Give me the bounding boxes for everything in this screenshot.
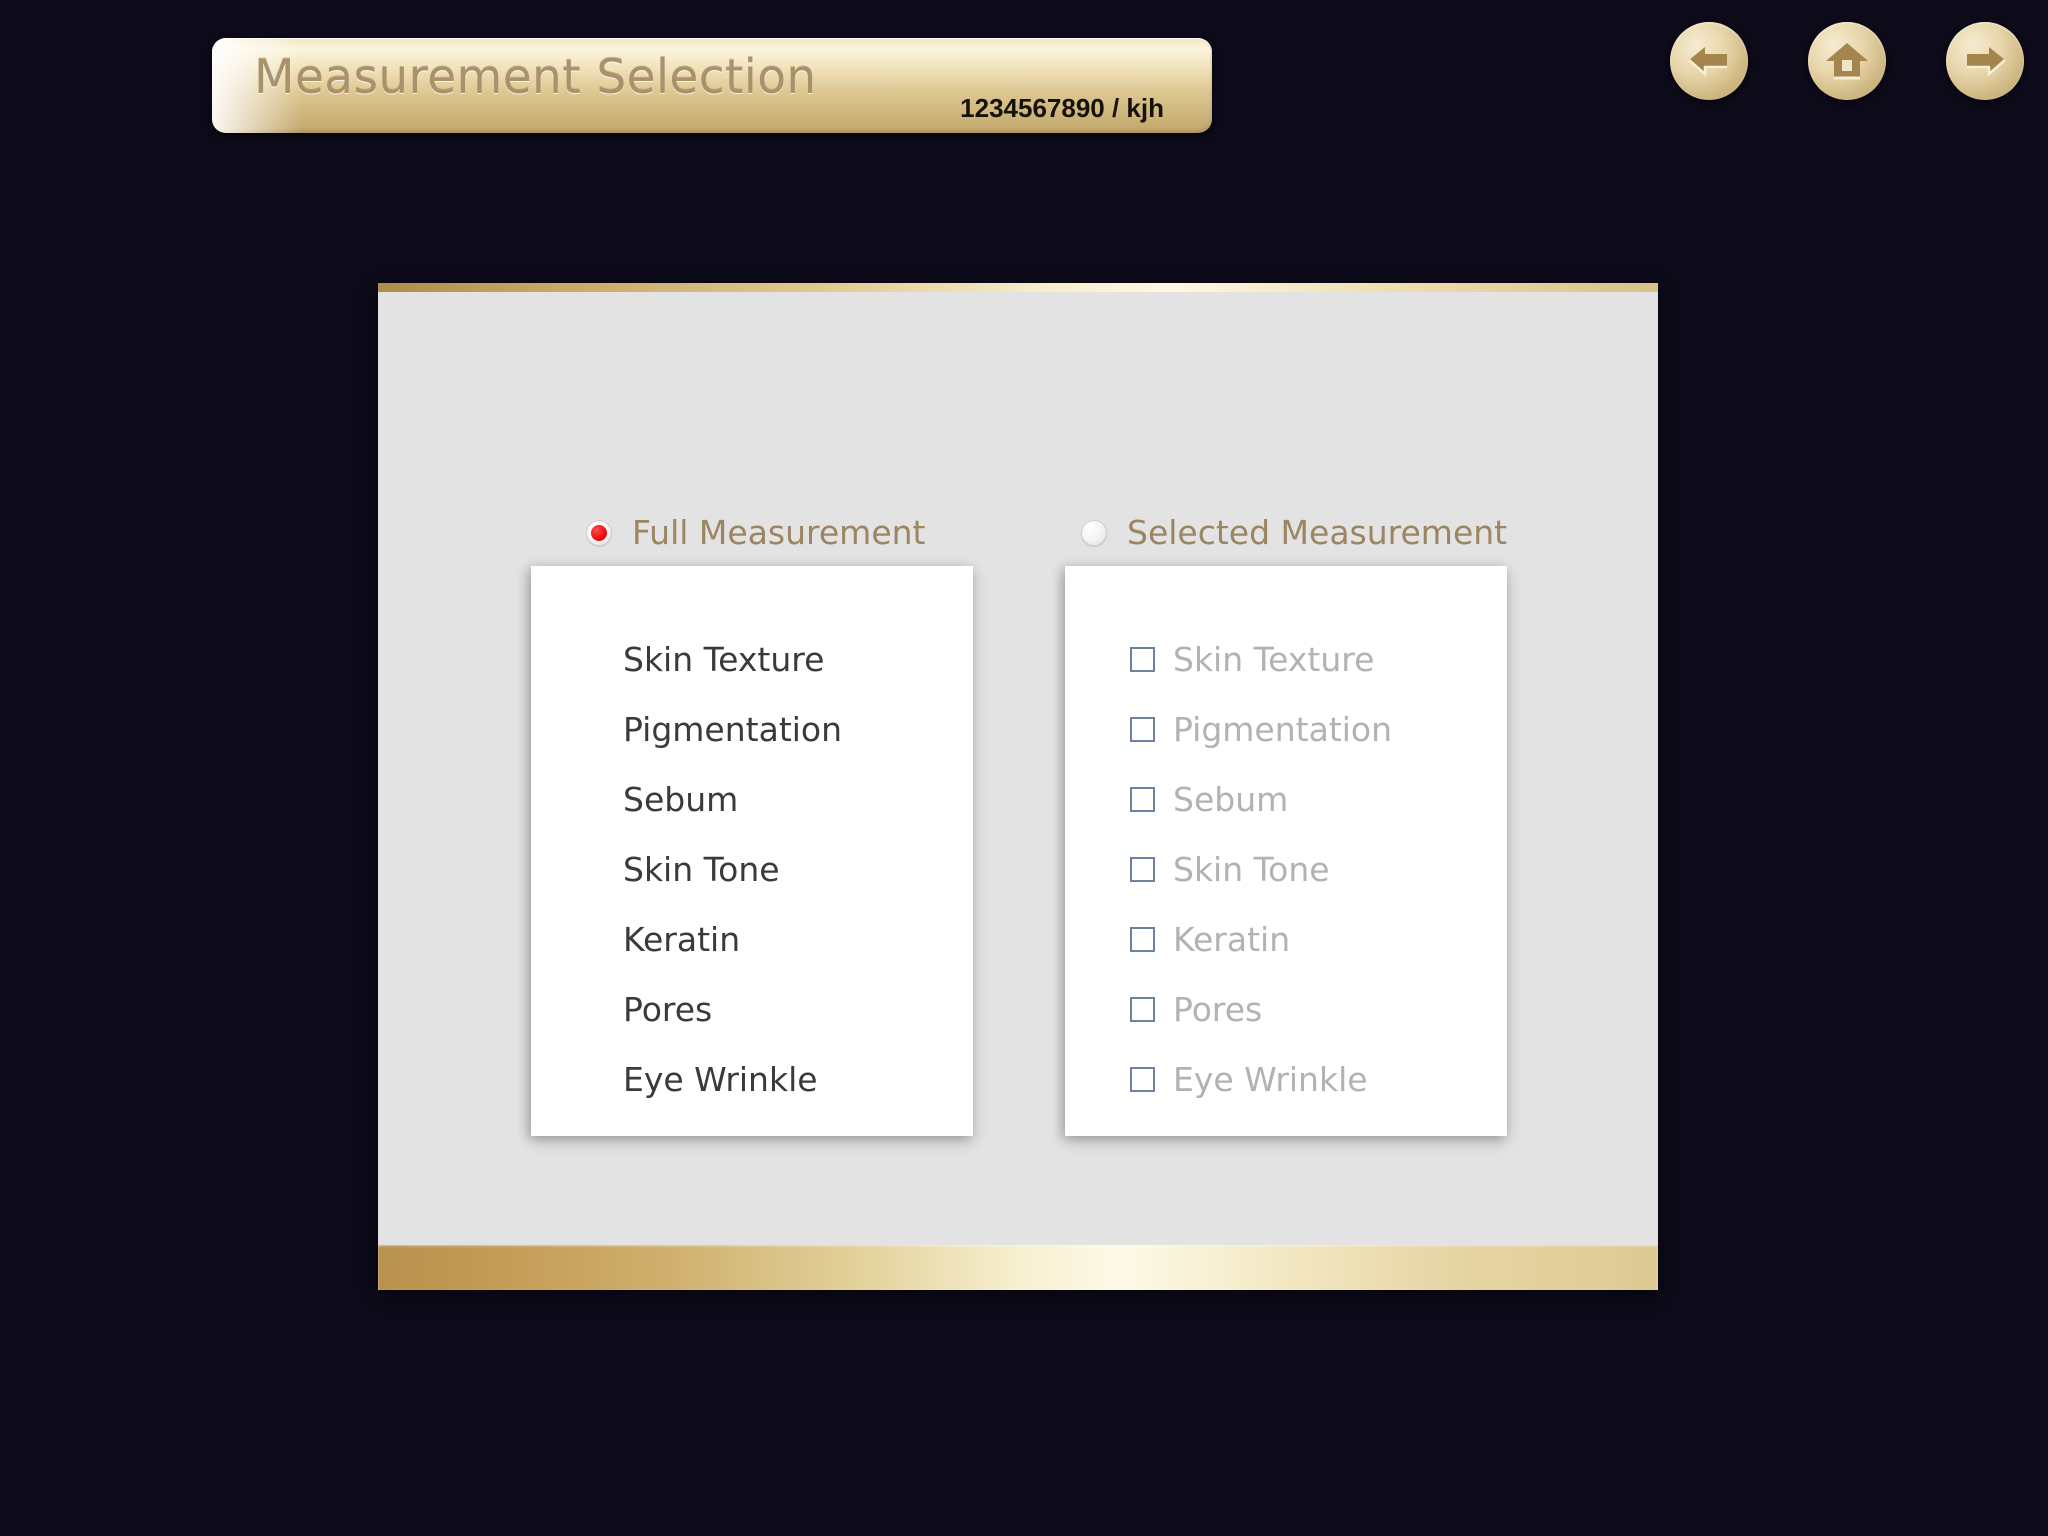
list-item[interactable]: Skin Tone <box>1065 834 1507 904</box>
list-item[interactable]: Pores <box>1065 974 1507 1044</box>
list-item: Skin Texture <box>531 624 973 694</box>
checkbox-skin-texture[interactable] <box>1130 646 1155 672</box>
list-item-label: Eye Wrinkle <box>623 1059 818 1099</box>
list-item-label: Pores <box>623 989 713 1029</box>
checkbox-skin-tone[interactable] <box>1130 856 1155 882</box>
list-item-label: Sebum <box>623 779 739 819</box>
list-item-label: Pigmentation <box>623 709 843 749</box>
list-item-label: Skin Texture <box>1173 639 1375 679</box>
radio-selected-measurement[interactable]: Selected Measurement <box>1081 513 1507 552</box>
arrow-left-icon <box>1687 41 1731 81</box>
radio-full-measurement-label: Full Measurement <box>632 513 926 552</box>
list-item: Eye Wrinkle <box>531 1044 973 1114</box>
back-button[interactable] <box>1670 22 1748 100</box>
list-item[interactable]: Keratin <box>1065 904 1507 974</box>
arrow-right-icon <box>1963 41 2007 81</box>
list-item-label: Eye Wrinkle <box>1173 1059 1368 1099</box>
list-item[interactable]: Pigmentation <box>1065 694 1507 764</box>
forward-button[interactable] <box>1946 22 2024 100</box>
page-title-bar: Measurement Selection 1234567890 / kjh <box>212 38 1212 133</box>
panel-bottom-gold-rule <box>378 1245 1658 1290</box>
list-item-label: Sebum <box>1173 779 1289 819</box>
panel-top-gold-rule <box>378 283 1658 292</box>
checkbox-sebum[interactable] <box>1130 786 1155 812</box>
list-item[interactable]: Sebum <box>1065 764 1507 834</box>
list-item: Sebum <box>531 764 973 834</box>
list-item-label: Keratin <box>1173 919 1291 959</box>
list-item: Keratin <box>531 904 973 974</box>
list-item-label: Skin Tone <box>623 849 780 889</box>
radio-selected-measurement-indicator[interactable] <box>1081 519 1107 546</box>
record-id-label: 1234567890 / kjh <box>960 93 1164 123</box>
list-item: Pigmentation <box>531 694 973 764</box>
list-item: Pores <box>531 974 973 1044</box>
navigation-buttons <box>1670 22 2024 100</box>
full-measurement-card: Skin Texture Pigmentation Sebum Skin Ton… <box>531 566 973 1136</box>
list-item-label: Pores <box>1173 989 1263 1029</box>
list-item: Skin Tone <box>531 834 973 904</box>
list-item-label: Skin Tone <box>1173 849 1330 889</box>
page-title: Measurement Selection <box>254 50 817 105</box>
selected-measurement-card: Skin Texture Pigmentation Sebum Skin Ton… <box>1065 566 1507 1136</box>
list-item-label: Keratin <box>623 919 741 959</box>
checkbox-pigmentation[interactable] <box>1130 716 1155 742</box>
radio-selected-measurement-label: Selected Measurement <box>1127 513 1508 552</box>
selected-measurement-list: Skin Texture Pigmentation Sebum Skin Ton… <box>1065 566 1507 1114</box>
list-item[interactable]: Eye Wrinkle <box>1065 1044 1507 1114</box>
home-button[interactable] <box>1808 22 1886 100</box>
list-item[interactable]: Skin Texture <box>1065 624 1507 694</box>
full-measurement-list: Skin Texture Pigmentation Sebum Skin Ton… <box>531 566 973 1114</box>
radio-full-measurement[interactable]: Full Measurement <box>586 513 925 552</box>
home-icon <box>1824 39 1870 83</box>
checkbox-pores[interactable] <box>1130 996 1155 1022</box>
radio-full-measurement-indicator[interactable] <box>586 519 612 546</box>
list-item-label: Skin Texture <box>623 639 825 679</box>
checkbox-keratin[interactable] <box>1130 926 1155 952</box>
checkbox-eye-wrinkle[interactable] <box>1130 1066 1155 1092</box>
list-item-label: Pigmentation <box>1173 709 1393 749</box>
